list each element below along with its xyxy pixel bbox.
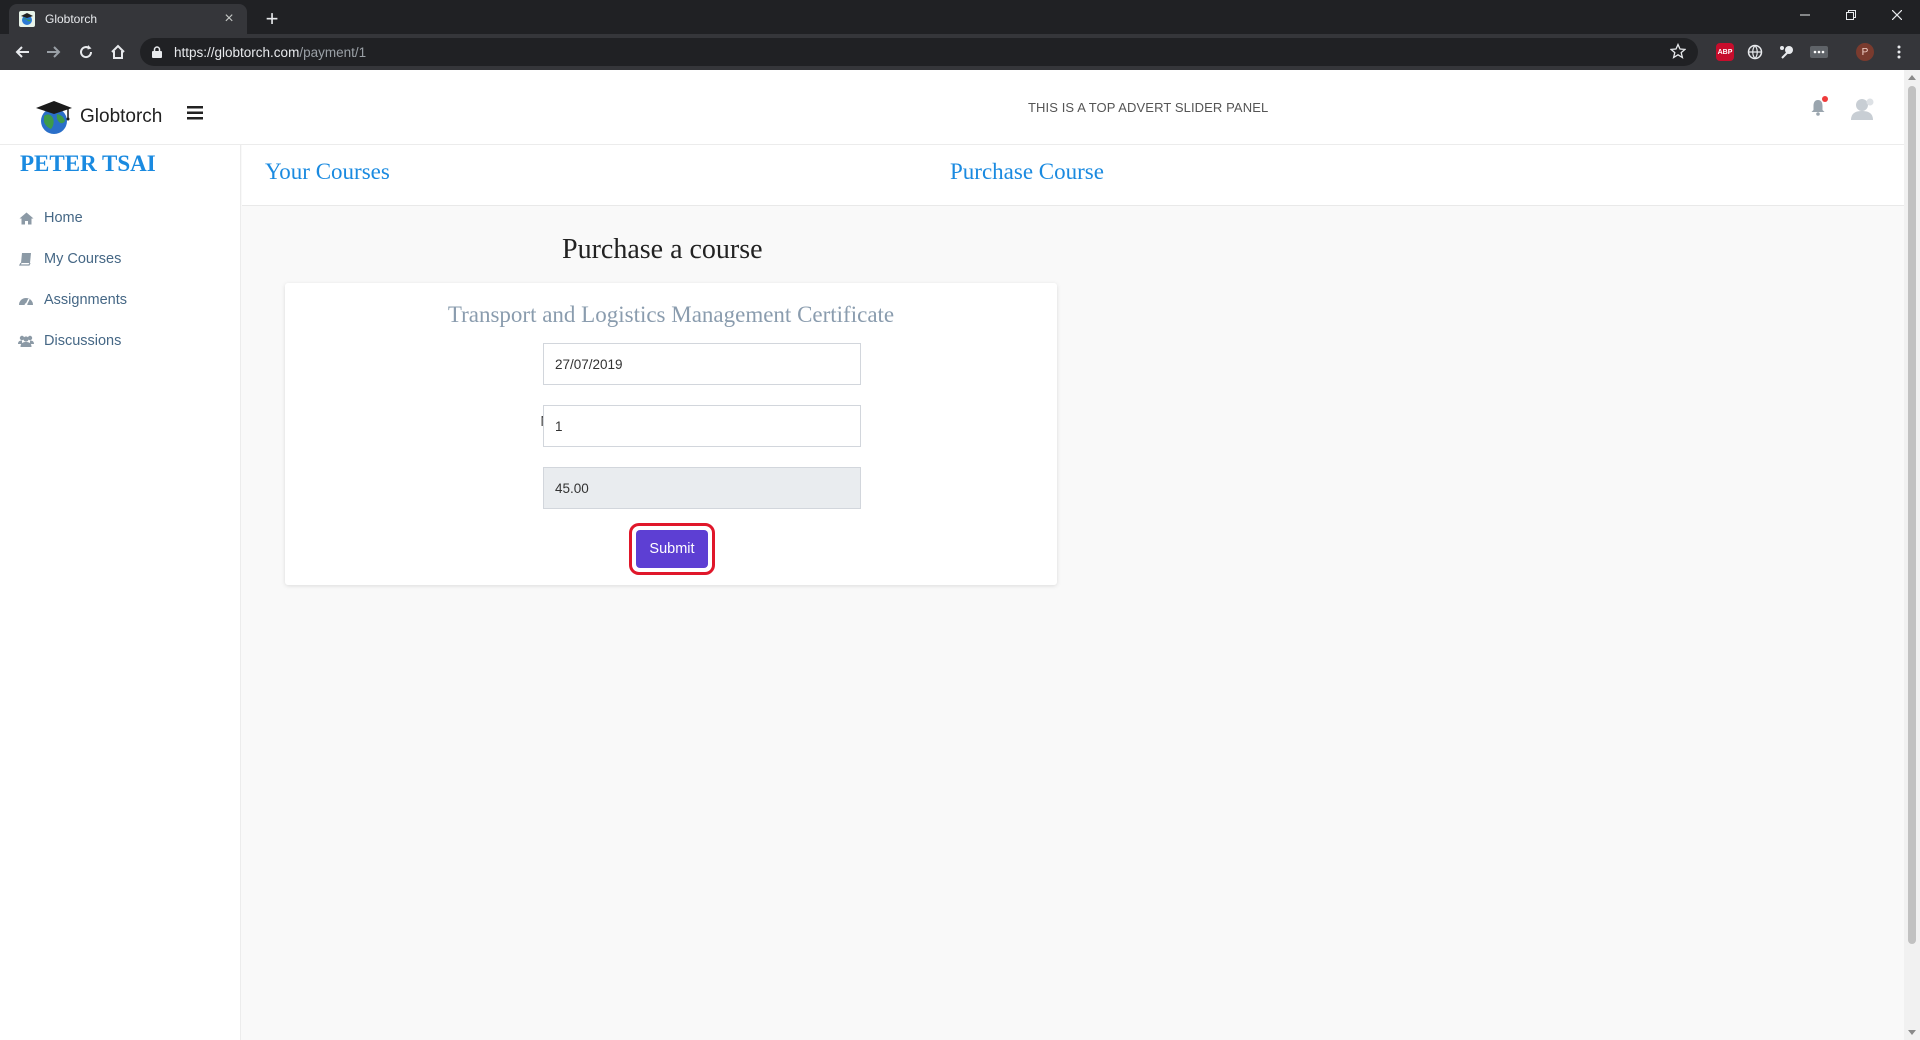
adblock-extension-icon[interactable]: ABP bbox=[1716, 43, 1734, 61]
extension-menu-icon[interactable] bbox=[1810, 43, 1828, 61]
sidebar-item-label: Home bbox=[44, 210, 83, 226]
site-header: Globtorch THIS IS A TOP ADVERT SLIDER PA… bbox=[0, 70, 1904, 145]
lock-icon bbox=[152, 46, 162, 58]
notification-bell-icon[interactable] bbox=[1810, 96, 1828, 116]
browser-tab-strip: Globtorch × + bbox=[0, 0, 1920, 34]
address-bar[interactable]: https://globtorch.com/payment/1 bbox=[140, 38, 1698, 66]
sidebar-item-my-courses[interactable]: My Courses bbox=[18, 247, 121, 271]
top-advert-panel: THIS IS A TOP ADVERT SLIDER PANEL bbox=[1028, 100, 1269, 115]
sidebar-item-label: Discussions bbox=[44, 333, 122, 349]
globtorch-logo-icon bbox=[34, 98, 74, 136]
sidebar-item-assignments[interactable]: Assignments bbox=[18, 288, 127, 312]
users-icon bbox=[18, 333, 34, 349]
book-icon bbox=[18, 251, 34, 267]
new-tab-button[interactable]: + bbox=[260, 6, 284, 32]
scrollbar-thumb[interactable] bbox=[1908, 86, 1916, 944]
months-field[interactable] bbox=[543, 405, 861, 447]
forward-arrow-icon[interactable] bbox=[42, 40, 66, 64]
back-arrow-icon[interactable] bbox=[10, 40, 34, 64]
hamburger-menu-icon[interactable] bbox=[187, 106, 203, 120]
sidebar-username: PETER TSAI bbox=[20, 151, 156, 176]
user-avatar-icon[interactable] bbox=[1848, 97, 1876, 121]
bookmark-star-icon[interactable] bbox=[1670, 43, 1686, 59]
course-subnav: Your Courses Purchase Course bbox=[242, 145, 1904, 206]
your-courses-link[interactable]: Your Courses bbox=[265, 159, 390, 185]
browser-toolbar: https://globtorch.com/payment/1 ABP P bbox=[0, 34, 1920, 70]
brand-name: Globtorch bbox=[80, 106, 163, 127]
brand-link[interactable]: Globtorch bbox=[34, 98, 162, 136]
browser-menu-icon[interactable] bbox=[1890, 43, 1908, 61]
restore-icon[interactable] bbox=[1828, 0, 1874, 30]
reload-icon[interactable] bbox=[74, 40, 98, 64]
page-scrollbar[interactable] bbox=[1904, 70, 1920, 1040]
price-field bbox=[543, 467, 861, 509]
scroll-up-arrow-icon[interactable] bbox=[1908, 75, 1916, 80]
close-window-icon[interactable] bbox=[1874, 0, 1920, 30]
tachometer-icon bbox=[18, 292, 34, 308]
sidebar-item-label: My Courses bbox=[44, 251, 122, 267]
purchase-course-link[interactable]: Purchase Course bbox=[950, 159, 1104, 185]
tab-title: Globtorch bbox=[45, 12, 98, 26]
course-title: Transport and Logistics Management Certi… bbox=[447, 302, 895, 327]
start-date-field[interactable] bbox=[543, 343, 861, 385]
url-text: https://globtorch.com/payment/1 bbox=[174, 44, 367, 60]
profile-avatar[interactable]: P bbox=[1856, 43, 1874, 61]
page-viewport: Globtorch THIS IS A TOP ADVERT SLIDER PA… bbox=[0, 70, 1920, 1040]
extension-globe-icon[interactable] bbox=[1746, 43, 1764, 61]
purchase-form-card: Transport and Logistics Management Certi… bbox=[285, 283, 1057, 585]
notification-dot bbox=[1822, 96, 1828, 102]
scroll-down-arrow-icon[interactable] bbox=[1908, 1030, 1916, 1035]
sidebar-item-home[interactable]: Home bbox=[18, 206, 83, 230]
submit-highlight-ring: Submit bbox=[629, 523, 715, 575]
page-title: Purchase a course bbox=[562, 234, 763, 265]
tab-close-icon[interactable]: × bbox=[221, 10, 237, 28]
sidebar-item-discussions[interactable]: Discussions bbox=[18, 329, 121, 353]
globtorch-favicon-icon bbox=[19, 11, 35, 27]
sidebar: PETER TSAI Home My Courses Assignments D… bbox=[0, 145, 241, 1040]
browser-tab[interactable]: Globtorch × bbox=[9, 4, 247, 34]
sidebar-item-label: Assignments bbox=[44, 292, 128, 308]
minimize-icon[interactable] bbox=[1782, 0, 1828, 30]
submit-button[interactable]: Submit bbox=[636, 530, 708, 568]
home-icon bbox=[18, 210, 34, 226]
extension-puzzle-icon[interactable] bbox=[1778, 43, 1796, 61]
home-page-icon[interactable] bbox=[106, 40, 130, 64]
